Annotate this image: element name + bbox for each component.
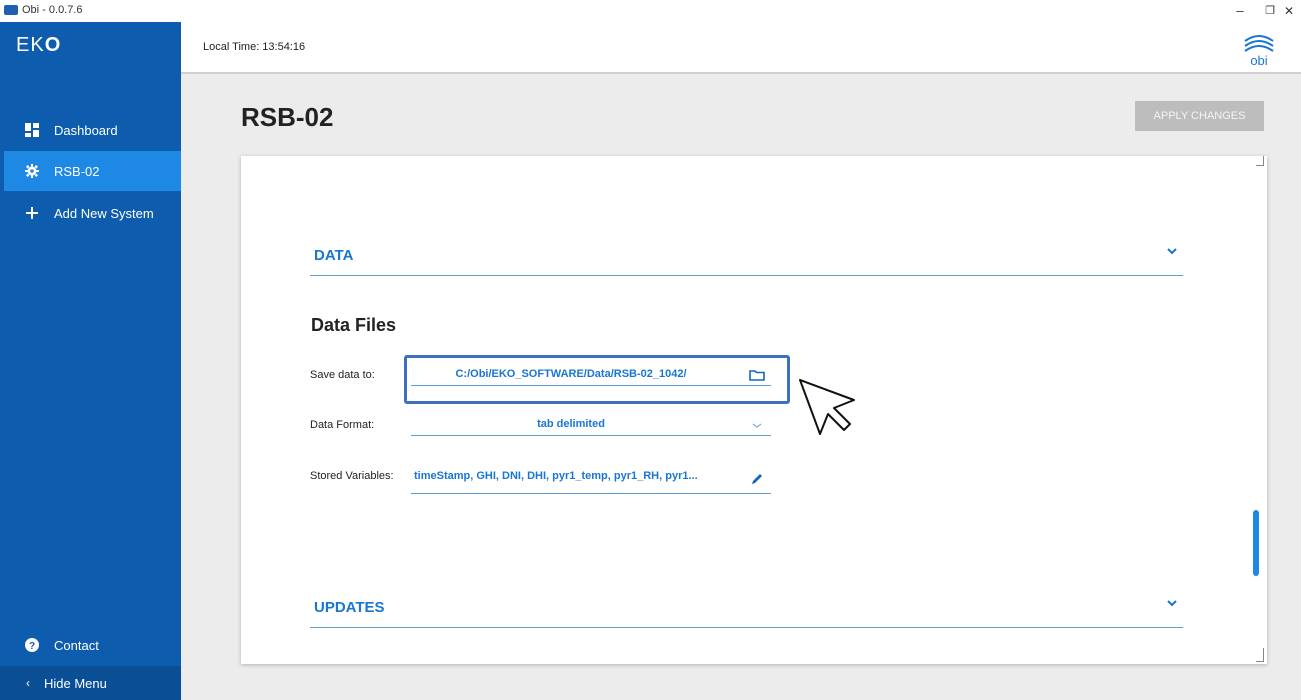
app-icon [4,5,18,15]
eko-logo: EKO [16,34,61,57]
logo-text-prefix: EK [16,34,45,56]
sidebar-item-contact[interactable]: ? Contact [0,625,181,665]
data-format-select[interactable]: tab delimited [411,414,771,436]
sidebar-item-rsb-02[interactable]: RSB-02 [0,151,181,191]
obi-logo-icon: obi [1244,35,1274,68]
chevron-left-icon: ‹ [26,676,30,690]
data-format-label: Data Format: [310,419,375,431]
stored-variables-label: Stored Variables: [310,470,394,482]
sidebar-item-label: RSB-02 [54,163,100,179]
data-files-title: Data Files [311,315,397,335]
save-data-label: Save data to: [310,369,375,381]
section-data-header[interactable]: DATA [310,236,1183,276]
highlight-box [404,355,790,404]
sidebar-item-label: Dashboard [54,122,118,138]
section-data-label: DATA [314,247,354,264]
hide-menu-button[interactable]: ‹ Hide Menu [0,666,181,700]
sidebar-item-add-new-system[interactable]: Add New System [0,193,181,233]
logo-text-suffix: O [44,34,62,56]
stored-variables-value: timeStamp, GHI, DNI, DHI, pyr1_temp, pyr… [414,470,698,482]
local-time: Local Time: 13:54:16 [203,41,306,53]
apply-changes-button[interactable]: APPLY CHANGES [1135,101,1264,131]
chevron-down-icon [752,423,762,428]
scrollbar-thumb[interactable] [1253,510,1259,576]
data-format-value: tab delimited [537,418,605,430]
svg-text:?: ? [29,641,35,652]
minimize-button[interactable]: – [1223,0,1257,22]
help-icon: ? [24,637,40,653]
plus-icon [24,205,40,221]
chevron-down-icon[interactable] [1167,246,1177,256]
sidebar: EKO Dashboard RSB-02 Add New System ? Co… [0,22,181,700]
sidebar-item-label: Contact [54,637,99,653]
section-updates-label: UPDATES [314,599,385,616]
obi-logo-text: obi [1250,53,1267,68]
close-button[interactable]: ✕ [1272,0,1301,22]
mouse-cursor-icon [799,379,855,435]
dashboard-icon [24,122,40,138]
resize-corner-top [1256,156,1264,166]
gear-icon [24,163,40,179]
page-title: RSB-02 [241,102,334,132]
sidebar-item-label: Add New System [54,205,154,221]
sidebar-item-dashboard[interactable]: Dashboard [0,110,181,150]
window-title: Obi - 0.0.7.6 [22,4,83,16]
stored-variables-field[interactable]: timeStamp, GHI, DNI, DHI, pyr1_temp, pyr… [411,466,771,494]
title-bar: Obi - 0.0.7.6 – ❐ ✕ [0,0,1301,22]
pencil-icon[interactable] [749,471,765,487]
resize-corner-bottom [1256,648,1264,662]
chevron-down-icon[interactable] [1167,598,1177,608]
top-bar: Local Time: 13:54:16 obi [181,22,1301,74]
section-updates-header[interactable]: UPDATES [310,588,1183,628]
hide-menu-label: Hide Menu [44,675,107,691]
